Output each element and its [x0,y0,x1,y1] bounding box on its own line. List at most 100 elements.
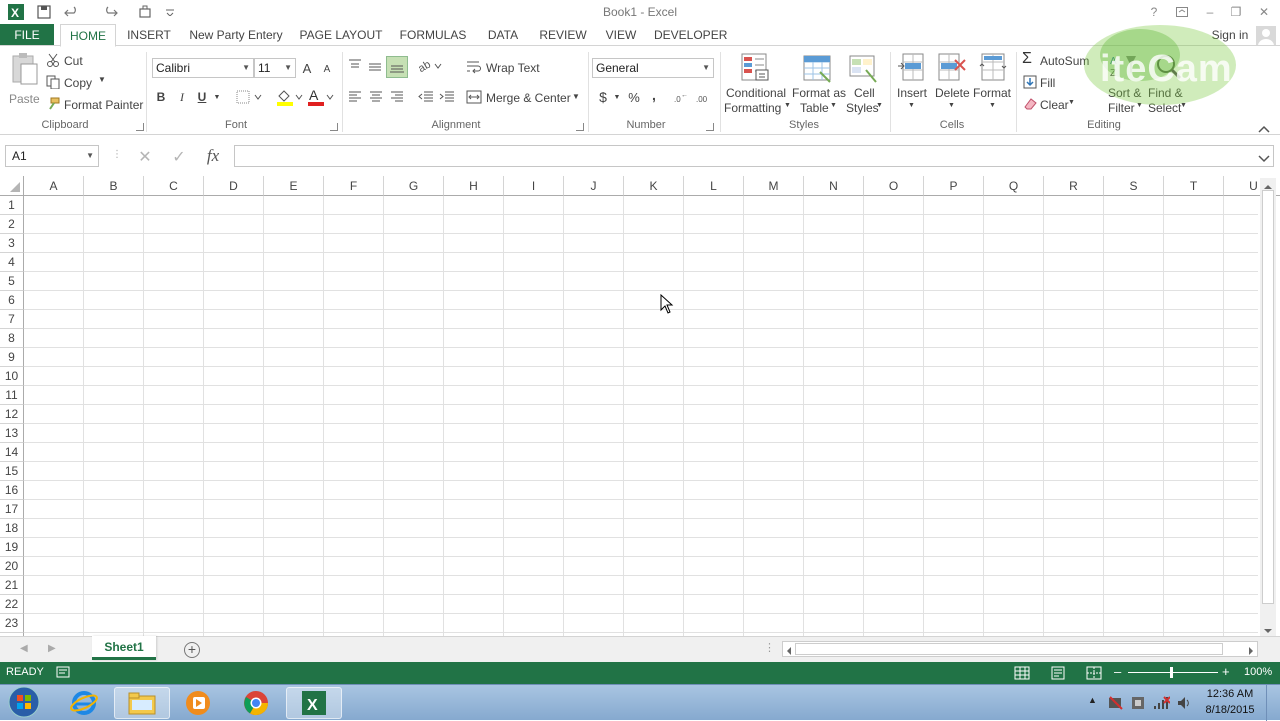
top-align-button[interactable] [348,58,362,75]
column-header[interactable]: H [444,176,504,196]
row-header[interactable]: 16 [0,481,24,500]
conditional-formatting-button[interactable]: Conditional Formatting ▼ [722,52,791,118]
orientation-button[interactable]: ab [416,58,444,77]
merge-center-button[interactable]: Merge & Center ▼ [466,88,582,108]
show-hidden-icons[interactable]: ▲ [1088,695,1097,705]
increase-decimal-button[interactable]: .0 ← [674,90,692,107]
find-select-button[interactable]: Find & Select ▼ [1146,52,1190,118]
clear-button[interactable]: Clear ▼ [1022,96,1084,114]
tray-icon-2[interactable] [1130,695,1146,714]
name-box[interactable]: A1 ▼ [5,145,99,167]
column-header[interactable]: E [264,176,324,196]
sign-in-link[interactable]: Sign in [1208,24,1252,46]
alignment-launcher-icon[interactable] [576,123,584,131]
tab-insert[interactable]: INSERT [124,24,174,46]
column-header[interactable]: Q [984,176,1044,196]
previous-sheet-icon[interactable]: ◀ [20,643,28,654]
tab-data[interactable]: DATA [482,24,524,46]
clock-date[interactable]: 8/18/2015 [1200,704,1260,716]
column-header[interactable]: L [684,176,744,196]
row-header[interactable]: 12 [0,405,24,424]
horizontal-scrollbar[interactable] [782,641,1258,657]
column-header[interactable]: D [204,176,264,196]
normal-view-icon[interactable] [1014,666,1030,683]
row-header[interactable]: 14 [0,443,24,462]
column-header[interactable]: O [864,176,924,196]
internet-explorer-icon[interactable] [56,687,112,719]
row-header[interactable]: 20 [0,557,24,576]
column-header[interactable]: I [504,176,564,196]
macro-record-icon[interactable] [56,666,70,681]
column-header[interactable]: P [924,176,984,196]
row-header[interactable]: 4 [0,253,24,272]
row-header[interactable]: 17 [0,500,24,519]
page-break-view-icon[interactable] [1086,666,1102,683]
clipboard-launcher-icon[interactable] [136,123,144,131]
paste-button[interactable]: Paste [6,52,42,110]
row-header[interactable]: 21 [0,576,24,595]
tab-split-handle[interactable]: ⋮ [764,641,775,654]
autosum-button[interactable]: Σ AutoSum [1022,50,1089,70]
tab-home[interactable]: HOME [60,24,116,47]
scroll-left-icon[interactable] [785,645,793,659]
zoom-slider-thumb[interactable] [1170,667,1173,678]
next-sheet-icon[interactable]: ▶ [48,643,56,654]
bottom-align-button[interactable] [386,56,408,78]
column-header[interactable]: N [804,176,864,196]
font-name-select[interactable]: Calibri ▼ [152,58,254,78]
underline-button[interactable]: U [195,88,209,106]
row-header[interactable]: 8 [0,329,24,348]
show-desktop-button[interactable] [1266,685,1280,721]
clock-time[interactable]: 12:36 AM [1200,688,1260,700]
font-launcher-icon[interactable] [330,123,338,131]
cell-styles-button[interactable]: Cell Styles ▼ [844,52,886,118]
column-header[interactable]: J [564,176,624,196]
row-header[interactable]: 6 [0,291,24,310]
center-button[interactable] [369,90,383,107]
page-layout-view-icon[interactable] [1050,666,1066,683]
new-sheet-button[interactable]: + [184,642,200,658]
tab-file[interactable]: FILE [0,24,54,46]
insert-function-button[interactable]: fx [202,146,224,166]
row-header[interactable]: 18 [0,519,24,538]
column-header[interactable]: M [744,176,804,196]
increase-indent-button[interactable] [439,90,455,107]
column-header[interactable]: B [84,176,144,196]
tab-developer[interactable]: DEVELOPER [654,24,727,46]
bold-button[interactable]: B [154,88,168,106]
column-header[interactable]: A [24,176,84,196]
format-as-table-button[interactable]: Format as Table ▼ [790,52,846,118]
row-header[interactable]: 11 [0,386,24,405]
shrink-font-button[interactable]: A [321,61,333,77]
format-cells-button[interactable]: Format ▼ [972,52,1014,118]
help-button[interactable]: ? [1142,2,1166,22]
collapse-ribbon-icon[interactable] [1258,122,1270,136]
spreadsheet-grid[interactable]: ABCDEFGHIJKLMNOPQRSTU 1 2 3 4 5 6 7 8 9 10 11 12 13 1… [0,176,1280,636]
vertical-scrollbar[interactable] [1260,178,1276,636]
delete-cells-button[interactable]: Delete ▼ [932,52,972,118]
currency-button[interactable]: $ [596,88,610,106]
comma-style-button[interactable]: , [648,86,660,104]
tab-new-party-entery[interactable]: New Party Entery [188,24,284,46]
column-header[interactable]: G [384,176,444,196]
column-header[interactable]: R [1044,176,1104,196]
close-button[interactable]: ✕ [1252,2,1276,22]
fill-color-button[interactable] [276,88,304,109]
middle-align-button[interactable] [368,60,382,77]
font-color-button[interactable]: A [307,87,335,109]
align-left-button[interactable] [348,90,362,107]
decrease-decimal-button[interactable]: .00 [696,90,714,107]
underline-dropdown-icon[interactable]: ▼ [212,88,222,106]
tab-view[interactable]: VIEW [602,24,640,46]
restore-button[interactable]: ❐ [1224,2,1248,22]
wrap-text-button[interactable]: Wrap Text [466,58,576,78]
zoom-out-button[interactable]: – [1114,664,1121,679]
row-header[interactable]: 9 [0,348,24,367]
avatar[interactable] [1256,26,1276,46]
row-header[interactable]: 10 [0,367,24,386]
tab-page-layout[interactable]: PAGE LAYOUT [298,24,384,46]
column-header[interactable]: S [1104,176,1164,196]
borders-button[interactable] [236,90,264,107]
row-header[interactable]: 13 [0,424,24,443]
insert-cells-button[interactable]: Insert ▼ [894,52,930,118]
